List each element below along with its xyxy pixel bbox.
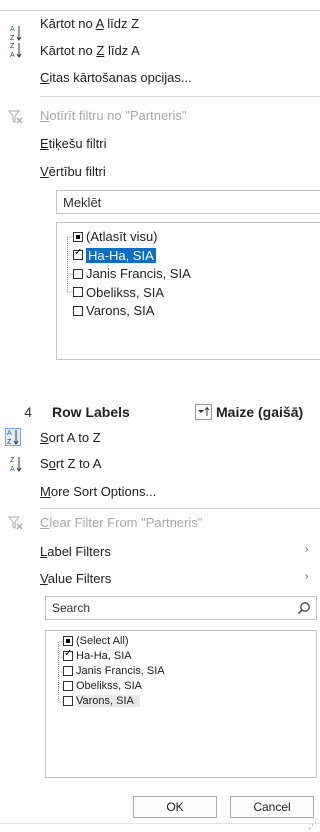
- resize-grip-icon[interactable]: ⋰: [308, 820, 317, 831]
- ok-button[interactable]: OK: [133, 796, 217, 818]
- list-item-label: Varons, SIA: [86, 303, 155, 318]
- separator: [40, 508, 320, 509]
- filter-dropdown-button[interactable]: [195, 404, 212, 420]
- list-item[interactable]: Janis Francis, SIA: [63, 665, 165, 677]
- svg-text:A: A: [10, 52, 15, 59]
- sort-ascending-icon: A Z: [10, 26, 22, 42]
- checkbox[interactable]: [63, 666, 73, 676]
- list-item-label: Obelikss, SIA: [86, 284, 165, 300]
- list-item-label: Janis Francis, SIA: [76, 665, 165, 677]
- clear-filter-item: Clear Filter From "Partneris": [40, 515, 203, 530]
- list-item-label: Ha-Ha, SIA: [76, 650, 132, 662]
- list-item-label: Obelikss, SIA: [76, 680, 143, 692]
- sort-ascending-icon: A Z: [7, 430, 19, 446]
- more-sort-options-item[interactable]: Citas kārtošanas opcijas...: [40, 70, 192, 85]
- svg-text:A: A: [10, 466, 15, 473]
- checkbox[interactable]: [73, 305, 83, 316]
- separator: [40, 96, 320, 97]
- sort-z-to-a-item[interactable]: Kārtot no Z līdz A: [40, 43, 140, 58]
- checkbox[interactable]: [63, 648, 73, 661]
- checkbox[interactable]: [63, 681, 73, 691]
- pivot-header-row: 4 Row Labels Maize (gaišā): [0, 401, 320, 423]
- svg-text:A: A: [10, 26, 15, 33]
- list-item-label: (Select All): [76, 635, 129, 647]
- svg-text:Z: Z: [10, 43, 15, 50]
- list-item[interactable]: (Atlasīt visu): [73, 229, 158, 244]
- more-sort-options-item[interactable]: More Sort Options...: [40, 484, 156, 499]
- clear-filter-icon: [8, 516, 23, 530]
- sort-a-to-z-item[interactable]: Kārtot no A līdz Z: [40, 16, 139, 31]
- svg-text:Z: Z: [7, 439, 12, 446]
- list-item[interactable]: Ha-Ha, SIA: [63, 648, 132, 662]
- clear-filter-icon: [8, 110, 23, 124]
- svg-text:Z: Z: [10, 457, 15, 464]
- clear-filter-item: Notīrīt filtru no "Partneris": [40, 108, 187, 123]
- label-filters-item[interactable]: Etiķešu filtri: [40, 136, 106, 151]
- submenu-arrow-icon: ›: [305, 544, 309, 555]
- row-labels-header: Row Labels: [52, 404, 130, 420]
- svg-text:A: A: [7, 430, 12, 437]
- value-filters-item[interactable]: Vērtību filtri: [40, 164, 106, 179]
- label-filters-item[interactable]: Label Filters: [40, 544, 111, 559]
- row-number: 4: [24, 404, 32, 420]
- column-label-header: Maize (gaišā): [216, 404, 304, 420]
- search-icon[interactable]: [297, 601, 311, 615]
- cancel-button[interactable]: Cancel: [230, 796, 314, 818]
- list-item[interactable]: Ha-Ha, SIA: [73, 247, 156, 263]
- search-input[interactable]: Search: [45, 596, 317, 620]
- list-item-label: Janis Francis, SIA: [86, 266, 191, 281]
- checkbox[interactable]: [73, 268, 83, 279]
- list-item[interactable]: Varons, SIA: [63, 695, 140, 707]
- top-border: [0, 10, 320, 11]
- value-filters-item[interactable]: Value Filters: [40, 571, 111, 586]
- sort-descending-icon: Z A: [10, 43, 22, 59]
- list-item[interactable]: (Select All): [63, 635, 129, 647]
- list-item[interactable]: Janis Francis, SIA: [73, 266, 191, 281]
- checkbox[interactable]: [73, 231, 83, 242]
- checkbox[interactable]: [63, 696, 73, 706]
- sort-z-to-a-item[interactable]: Sort Z to A: [40, 456, 101, 471]
- sort-a-to-z-item[interactable]: Sort A to Z: [40, 430, 101, 445]
- checkbox[interactable]: [73, 247, 83, 260]
- list-item-label: Varons, SIA: [76, 695, 140, 707]
- search-input[interactable]: Meklēt: [56, 190, 320, 214]
- search-placeholder: Meklēt: [63, 195, 102, 210]
- checkbox[interactable]: [63, 636, 73, 646]
- list-item-label: Ha-Ha, SIA: [86, 247, 156, 263]
- list-item[interactable]: Varons, SIA: [73, 303, 154, 318]
- filter-list[interactable]: (Atlasīt visu) Ha-Ha, SIA Janis Francis, S…: [56, 222, 320, 360]
- filter-sort-icon: [198, 406, 210, 416]
- sort-descending-icon: Z A: [10, 457, 22, 473]
- bottom-border: [0, 823, 320, 824]
- filter-list[interactable]: (Select All) Ha-Ha, SIA Janis Francis, SIA…: [45, 630, 317, 778]
- checkbox[interactable]: [73, 287, 83, 297]
- list-item-label: (Atlasīt visu): [86, 229, 158, 244]
- list-item[interactable]: Obelikss, SIA: [63, 680, 142, 692]
- search-placeholder: Search: [52, 601, 91, 615]
- list-item[interactable]: Obelikss, SIA: [73, 285, 164, 300]
- submenu-arrow-icon: ›: [305, 571, 309, 582]
